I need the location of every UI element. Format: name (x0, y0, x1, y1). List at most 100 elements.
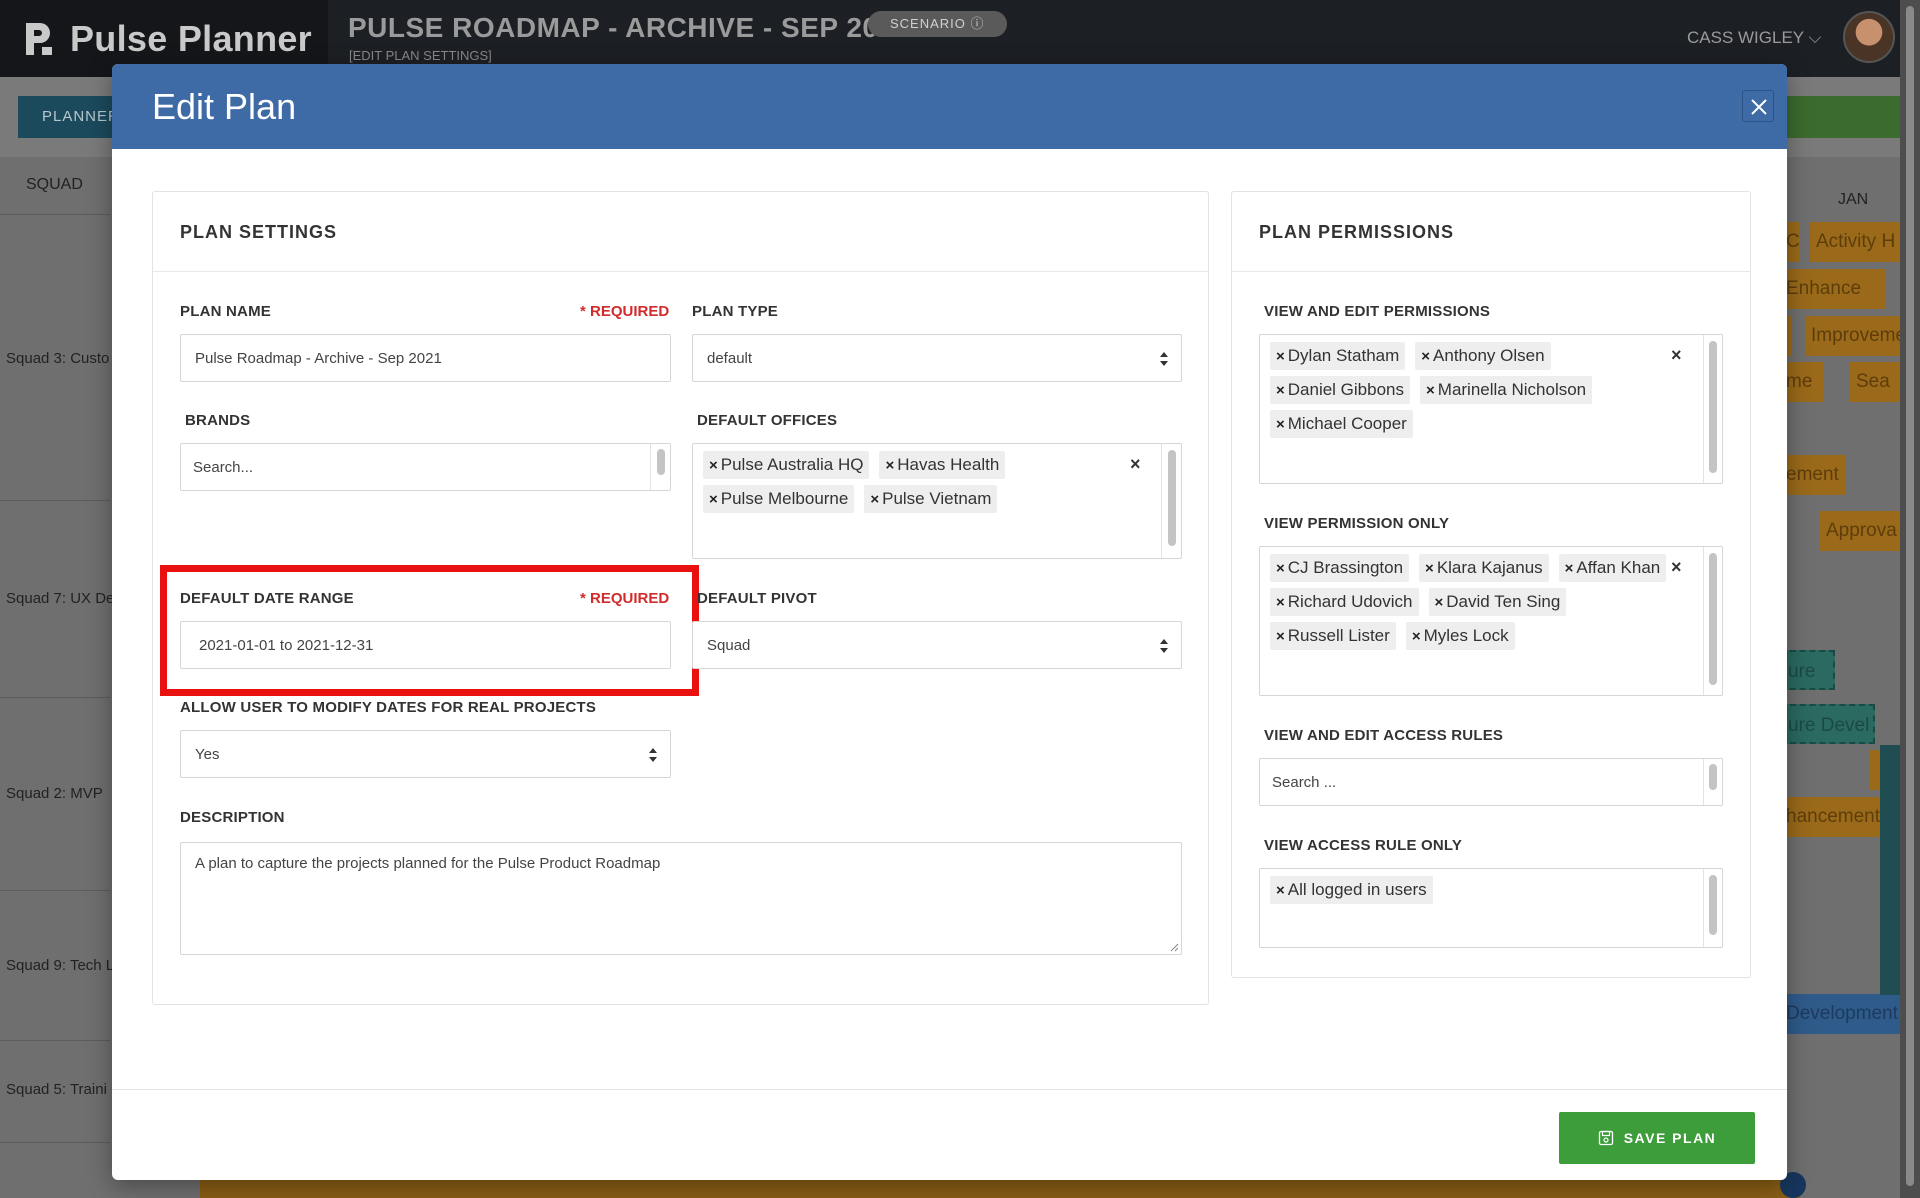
remove-chip-icon[interactable]: × (1276, 628, 1285, 645)
office-chip[interactable]: × Pulse Australia HQ (703, 451, 870, 479)
timeline-bar[interactable]: hancement (1780, 797, 1880, 837)
panel-header: PLAN SETTINGS (153, 192, 1208, 272)
description-textarea[interactable]: A plan to capture the projects planned f… (180, 842, 1182, 955)
default-pivot-label: DEFAULT PIVOT (697, 590, 817, 607)
timeline-bar[interactable]: Sea (1850, 362, 1900, 402)
remove-chip-icon[interactable]: × (1276, 882, 1285, 899)
plan-title: PULSE ROADMAP - ARCHIVE - SEP 2021 (348, 12, 911, 43)
timeline-bottom-bars (200, 1180, 1800, 1198)
user-chip[interactable]: × Dylan Statham (1270, 342, 1406, 370)
permissions-scrollbar[interactable] (1709, 341, 1717, 473)
clear-all-icon[interactable]: × (1671, 345, 1682, 366)
default-pivot-select[interactable]: Squad (692, 621, 1182, 669)
brand-name: Pulse Planner (70, 17, 312, 59)
view-edit-access-rules-select[interactable]: Search ... (1259, 758, 1723, 806)
user-chip[interactable]: × Marinella Nicholson (1420, 376, 1593, 404)
background-green-button[interactable] (1780, 96, 1900, 138)
remove-chip-icon[interactable]: × (709, 491, 718, 508)
view-access-rule-only-select[interactable]: × All logged in users (1259, 868, 1723, 948)
squad-column-header: SQUAD (26, 176, 83, 193)
remove-chip-icon[interactable]: × (1276, 594, 1285, 611)
user-chip[interactable]: × Klara Kajanus (1419, 554, 1549, 582)
remove-chip-icon[interactable]: × (1565, 560, 1574, 577)
row-divider (0, 1040, 110, 1041)
support-side-tab[interactable] (1880, 745, 1900, 995)
date-range-input[interactable]: 2021-01-01 to 2021-12-31 (180, 621, 671, 669)
user-chip[interactable]: × Michael Cooper (1270, 410, 1413, 438)
timeline-bar[interactable]: Enhance (1780, 269, 1885, 309)
save-plan-button[interactable]: SAVE PLAN (1559, 1112, 1755, 1164)
user-chip[interactable]: × Anthony Olsen (1415, 342, 1551, 370)
plan-type-select[interactable]: default (692, 334, 1182, 382)
divider (1703, 759, 1704, 805)
timeline-bar[interactable]: Approva (1820, 511, 1900, 551)
user-chip[interactable]: × David Ten Sing (1428, 588, 1567, 616)
select-arrows-icon (1160, 352, 1168, 366)
remove-chip-icon[interactable]: × (1276, 560, 1285, 577)
user-menu[interactable]: CASS WIGLEY ⌵ (1687, 28, 1821, 48)
remove-chip-icon[interactable]: × (709, 457, 718, 474)
modify-dates-value: Yes (195, 745, 220, 763)
offices-scrollbar[interactable] (1168, 450, 1176, 546)
modify-dates-label: ALLOW USER TO MODIFY DATES FOR REAL PROJ… (180, 699, 597, 716)
scenario-badge[interactable]: SCENARIO ⓘ (868, 11, 1007, 37)
remove-chip-icon[interactable]: × (885, 457, 894, 474)
view-edit-permissions-select[interactable]: × Dylan Statham × Anthony Olsen × Daniel Gi… (1259, 334, 1723, 484)
plan-settings-title: PLAN SETTINGS (180, 222, 338, 242)
default-offices-select[interactable]: × Pulse Australia HQ × Havas Health × Pulse… (692, 443, 1182, 559)
remove-chip-icon[interactable]: × (1435, 594, 1444, 611)
user-chip[interactable]: × CJ Brassington (1270, 554, 1410, 582)
remove-chip-icon[interactable]: × (1276, 348, 1285, 365)
chip-label: Myles Lock (1423, 626, 1509, 645)
permissions-scrollbar[interactable] (1709, 553, 1717, 685)
window-scrollbar[interactable] (1900, 0, 1920, 1198)
view-permission-only-select[interactable]: × CJ Brassington × Klara Kajanus × Affan Kh… (1259, 546, 1723, 696)
close-button[interactable] (1742, 90, 1774, 122)
remove-chip-icon[interactable]: × (1412, 628, 1421, 645)
divider (1703, 869, 1704, 947)
avatar[interactable] (1843, 11, 1895, 63)
clear-all-icon[interactable]: × (1671, 557, 1682, 578)
timeline-bar[interactable]: Improveme (1805, 316, 1900, 356)
rules-scrollbar[interactable] (1709, 875, 1717, 935)
timeline-bar[interactable]: ure Devel (1780, 704, 1875, 744)
chip-label: Marinella Nicholson (1437, 380, 1587, 399)
resize-handle-icon[interactable] (1169, 942, 1179, 952)
office-chip[interactable]: × Pulse Vietnam (864, 485, 998, 513)
plan-name-input[interactable]: Pulse Roadmap - Archive - Sep 2021 (180, 334, 671, 382)
user-chip[interactable]: × Myles Lock (1405, 622, 1515, 650)
user-chip[interactable]: × Russell Lister (1270, 622, 1396, 650)
timeline-bar[interactable]: Activity H (1810, 222, 1900, 262)
clear-all-icon[interactable]: × (1130, 454, 1141, 475)
remove-chip-icon[interactable]: × (1426, 382, 1435, 399)
user-chip[interactable]: × Richard Udovich (1270, 588, 1419, 616)
rule-chip[interactable]: × All logged in users (1270, 876, 1433, 904)
save-plan-label: SAVE PLAN (1623, 1130, 1717, 1146)
remove-chip-icon[interactable]: × (1421, 348, 1430, 365)
save-icon (1598, 1130, 1613, 1146)
timeline-bar[interactable]: Development ( (1780, 994, 1900, 1034)
view-access-rule-only-label: VIEW ACCESS RULE ONLY (1264, 837, 1463, 854)
brands-label: BRANDS (185, 412, 251, 429)
timeline-bar[interactable]: ure (1780, 650, 1835, 690)
plan-permissions-title: PLAN PERMISSIONS (1259, 222, 1455, 242)
office-chip[interactable]: × Havas Health (879, 451, 1006, 479)
month-header-jan: JAN (1838, 191, 1869, 208)
view-permission-only-label: VIEW PERMISSION ONLY (1264, 515, 1450, 532)
plan-type-label: PLAN TYPE (692, 303, 778, 320)
date-range-value: 2021-01-01 to 2021-12-31 (199, 636, 374, 654)
user-chip[interactable]: × Daniel Gibbons (1270, 376, 1411, 404)
brands-select[interactable]: Search... (180, 443, 671, 491)
office-chip[interactable]: × Pulse Melbourne (703, 485, 855, 513)
modify-dates-select[interactable]: Yes (180, 730, 671, 778)
brands-scrollbar[interactable] (657, 449, 665, 475)
remove-chip-icon[interactable]: × (1276, 382, 1285, 399)
user-chip[interactable]: × Affan Khan (1558, 554, 1667, 582)
select-arrows-icon (649, 748, 657, 762)
remove-chip-icon[interactable]: × (1425, 560, 1434, 577)
timeline-bar[interactable]: ement (1780, 455, 1845, 495)
remove-chip-icon[interactable]: × (1276, 416, 1285, 433)
remove-chip-icon[interactable]: × (870, 491, 879, 508)
divider (650, 444, 651, 490)
access-rules-scrollbar[interactable] (1709, 764, 1717, 790)
